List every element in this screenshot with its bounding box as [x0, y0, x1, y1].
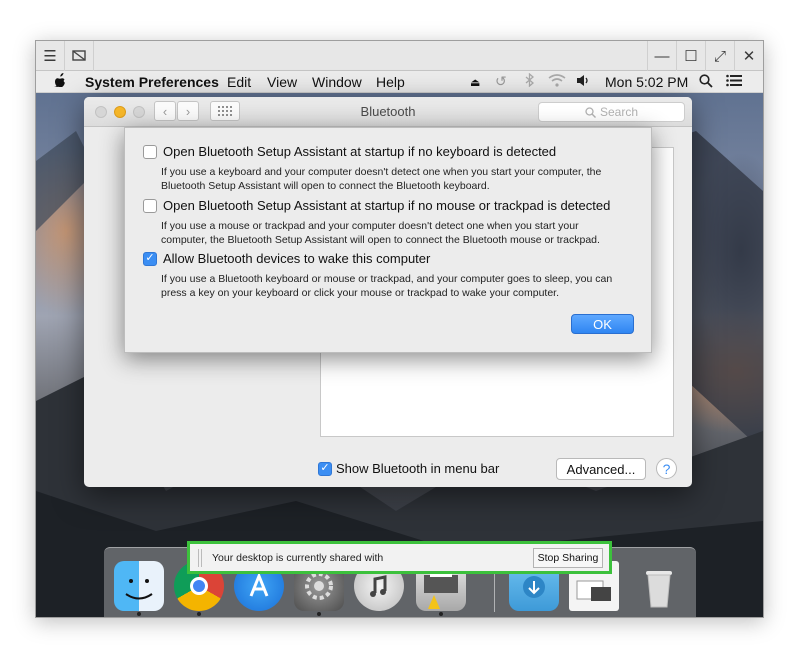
screen-share-icon[interactable]: [65, 41, 94, 71]
menu-view[interactable]: View: [267, 74, 297, 90]
show-in-menu-bar-row[interactable]: ✓ Show Bluetooth in menu bar: [318, 461, 499, 476]
sharing-status-text: Your desktop is currently shared with: [212, 552, 384, 564]
option-label: Open Bluetooth Setup Assistant at startu…: [163, 198, 611, 213]
mac-menu-bar: System Preferences Edit View Window Help…: [36, 71, 763, 93]
apple-logo-icon[interactable]: [52, 73, 66, 90]
window-title-bar: ‹ › Bluetooth Search: [84, 97, 692, 127]
option-keyboard-startup[interactable]: Open Bluetooth Setup Assistant at startu…: [143, 144, 556, 159]
description-line: Bluetooth Setup Assistant will open to c…: [161, 179, 490, 192]
running-indicator: [137, 612, 141, 616]
running-indicator: [439, 612, 443, 616]
spotlight-search-icon[interactable]: [699, 74, 713, 91]
viewer-toolbar: ☰ — ☐ ⤢ ✕: [36, 41, 763, 71]
description-line: press a key on your keyboard or click yo…: [161, 286, 560, 299]
volume-icon[interactable]: [576, 74, 590, 90]
search-icon: [585, 106, 596, 118]
menu-edit[interactable]: Edit: [227, 74, 251, 90]
mouse-startup-checkbox[interactable]: [143, 198, 157, 213]
description-line: If you use a mouse or trackpad and your …: [161, 220, 579, 232]
option-description: If you use a Bluetooth keyboard or mouse…: [161, 273, 631, 300]
help-button[interactable]: ?: [656, 458, 677, 479]
minimize-icon[interactable]: —: [647, 41, 676, 71]
hamburger-menu-icon[interactable]: ☰: [36, 41, 65, 71]
expand-icon[interactable]: ⤢: [705, 41, 734, 71]
show-in-menu-bar-checkbox[interactable]: ✓: [318, 461, 332, 476]
description-line: computer, the Bluetooth Setup Assistant …: [161, 233, 600, 246]
list-icon[interactable]: [726, 74, 742, 90]
finder-icon[interactable]: [114, 561, 164, 611]
remote-desktop-viewer: ☰ — ☐ ⤢ ✕ System Preferences Edit View W…: [35, 40, 764, 618]
running-indicator: [197, 612, 201, 616]
trash-icon[interactable]: [634, 561, 684, 611]
eject-icon[interactable]: ⏏: [470, 76, 480, 89]
option-label: Allow Bluetooth devices to wake this com…: [163, 251, 431, 266]
option-mouse-startup[interactable]: Open Bluetooth Setup Assistant at startu…: [143, 198, 610, 213]
stop-sharing-button[interactable]: Stop Sharing: [533, 548, 603, 568]
option-description: If you use a keyboard and your computer …: [161, 166, 631, 193]
close-icon[interactable]: ✕: [734, 41, 763, 71]
drag-handle-icon[interactable]: [198, 549, 202, 567]
advanced-settings-sheet: Open Bluetooth Setup Assistant at startu…: [124, 127, 652, 353]
maximize-icon[interactable]: ☐: [676, 41, 705, 71]
bluetooth-icon[interactable]: [525, 72, 535, 90]
wake-computer-checkbox[interactable]: ✓: [143, 251, 157, 266]
show-in-menu-bar-label: Show Bluetooth in menu bar: [336, 461, 500, 476]
search-field[interactable]: Search: [538, 102, 685, 122]
option-wake-computer[interactable]: ✓ Allow Bluetooth devices to wake this c…: [143, 251, 430, 266]
menu-clock[interactable]: Mon 5:02 PM: [605, 74, 688, 90]
running-indicator: [317, 612, 321, 616]
option-description: If you use a mouse or trackpad and your …: [161, 220, 631, 247]
time-machine-icon[interactable]: ↺: [495, 73, 507, 90]
search-placeholder: Search: [599, 105, 639, 119]
description-line: If you use a Bluetooth keyboard or mouse…: [161, 273, 613, 285]
option-label: Open Bluetooth Setup Assistant at startu…: [163, 144, 557, 159]
ok-button[interactable]: OK: [571, 314, 634, 334]
menu-app-name[interactable]: System Preferences: [85, 74, 219, 90]
advanced-button[interactable]: Advanced...: [556, 458, 646, 480]
keyboard-startup-checkbox[interactable]: [143, 144, 157, 159]
description-line: If you use a keyboard and your computer …: [161, 166, 602, 178]
sharing-banner: Your desktop is currently shared with St…: [187, 541, 612, 574]
menu-help[interactable]: Help: [376, 74, 405, 90]
wifi-icon[interactable]: [548, 74, 566, 90]
menu-window[interactable]: Window: [312, 74, 362, 90]
